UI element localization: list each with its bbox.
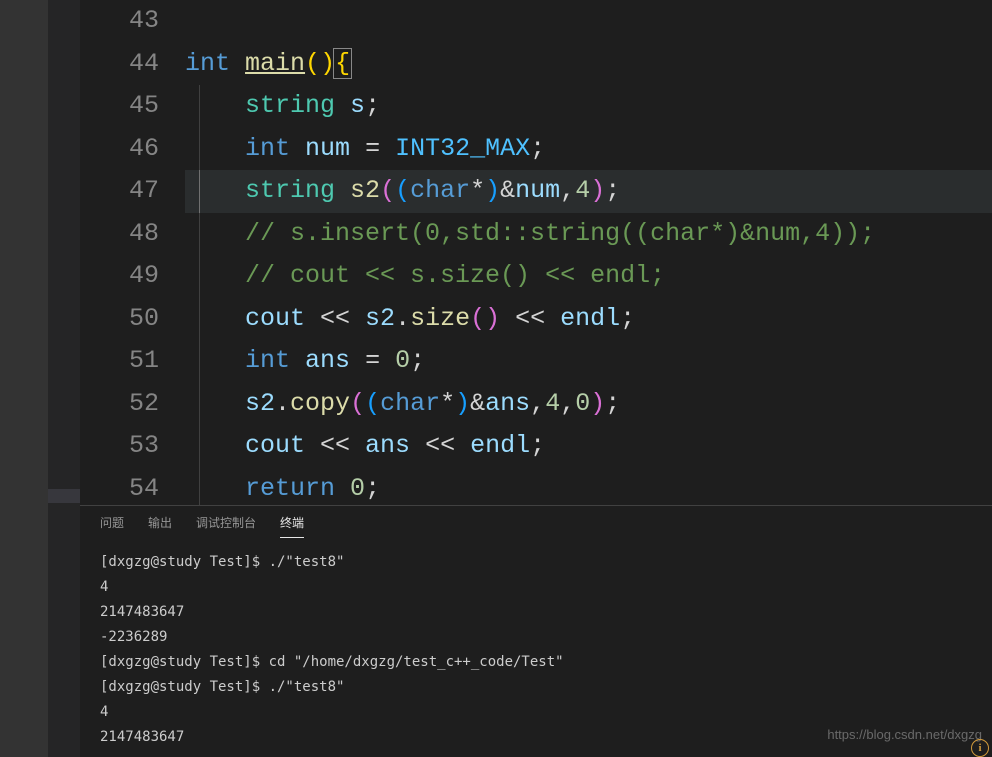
code-line[interactable]: int ans = 0; <box>185 340 992 383</box>
panel-tab-问题[interactable]: 问题 <box>100 514 124 538</box>
line-number: 54 <box>80 468 159 506</box>
code-line[interactable]: cout << s2.size() << endl; <box>185 298 992 341</box>
line-number: 50 <box>80 298 159 341</box>
line-number: 44 <box>80 43 159 86</box>
code-line[interactable]: return 0; <box>185 468 992 506</box>
terminal-line: [dxgzg@study Test]$ ./"test8" <box>100 675 972 700</box>
code-line[interactable] <box>185 0 992 43</box>
line-number: 49 <box>80 255 159 298</box>
bottom-panel: 问题输出调试控制台终端 [dxgzg@study Test]$ ./"test8… <box>80 505 992 757</box>
line-number: 53 <box>80 425 159 468</box>
activity-bar[interactable] <box>0 0 48 757</box>
line-number: 45 <box>80 85 159 128</box>
terminal-line: 4 <box>100 700 972 725</box>
code-line[interactable]: int main(){ <box>185 43 992 86</box>
code-line[interactable]: int num = INT32_MAX; <box>185 128 992 171</box>
line-number: 47 <box>80 170 159 213</box>
panel-tab-调试控制台[interactable]: 调试控制台 <box>196 514 256 538</box>
sidebar[interactable] <box>48 0 80 757</box>
line-number: 43 <box>80 0 159 43</box>
code-line[interactable]: // s.insert(0,std::string((char*)&num,4)… <box>185 213 992 256</box>
code-line[interactable]: cout << ans << endl; <box>185 425 992 468</box>
terminal-line: 4 <box>100 575 972 600</box>
panel-tabs: 问题输出调试控制台终端 <box>80 506 992 538</box>
terminal-output[interactable]: [dxgzg@study Test]$ ./"test8"42147483647… <box>80 538 992 757</box>
terminal-line: [dxgzg@study Test]$ cd "/home/dxgzg/test… <box>100 650 972 675</box>
terminal-line: -2236289 <box>100 625 972 650</box>
code-editor[interactable]: 434445464748495051525354 int main(){ str… <box>80 0 992 505</box>
panel-tab-终端[interactable]: 终端 <box>280 514 304 538</box>
terminal-line: [dxgzg@study Test]$ ./"test8" <box>100 550 972 575</box>
panel-tab-输出[interactable]: 输出 <box>148 514 172 538</box>
main-area: 434445464748495051525354 int main(){ str… <box>80 0 992 757</box>
line-number: 52 <box>80 383 159 426</box>
code-line[interactable]: s2.copy((char*)&ans,4,0); <box>185 383 992 426</box>
code-line[interactable]: string s2((char*)&num,4); <box>185 170 992 213</box>
watermark: https://blog.csdn.net/dxgzg <box>827 727 982 742</box>
code-line[interactable]: // cout << s.size() << endl; <box>185 255 992 298</box>
sidebar-selection <box>48 489 80 503</box>
line-gutter[interactable]: 434445464748495051525354 <box>80 0 185 505</box>
code-line[interactable]: string s; <box>185 85 992 128</box>
line-number: 51 <box>80 340 159 383</box>
line-number: 46 <box>80 128 159 171</box>
terminal-line: 2147483647 <box>100 600 972 625</box>
info-icon: i <box>971 739 989 757</box>
code-area[interactable]: int main(){ string s; int num = INT32_MA… <box>185 0 992 505</box>
line-number: 48 <box>80 213 159 256</box>
